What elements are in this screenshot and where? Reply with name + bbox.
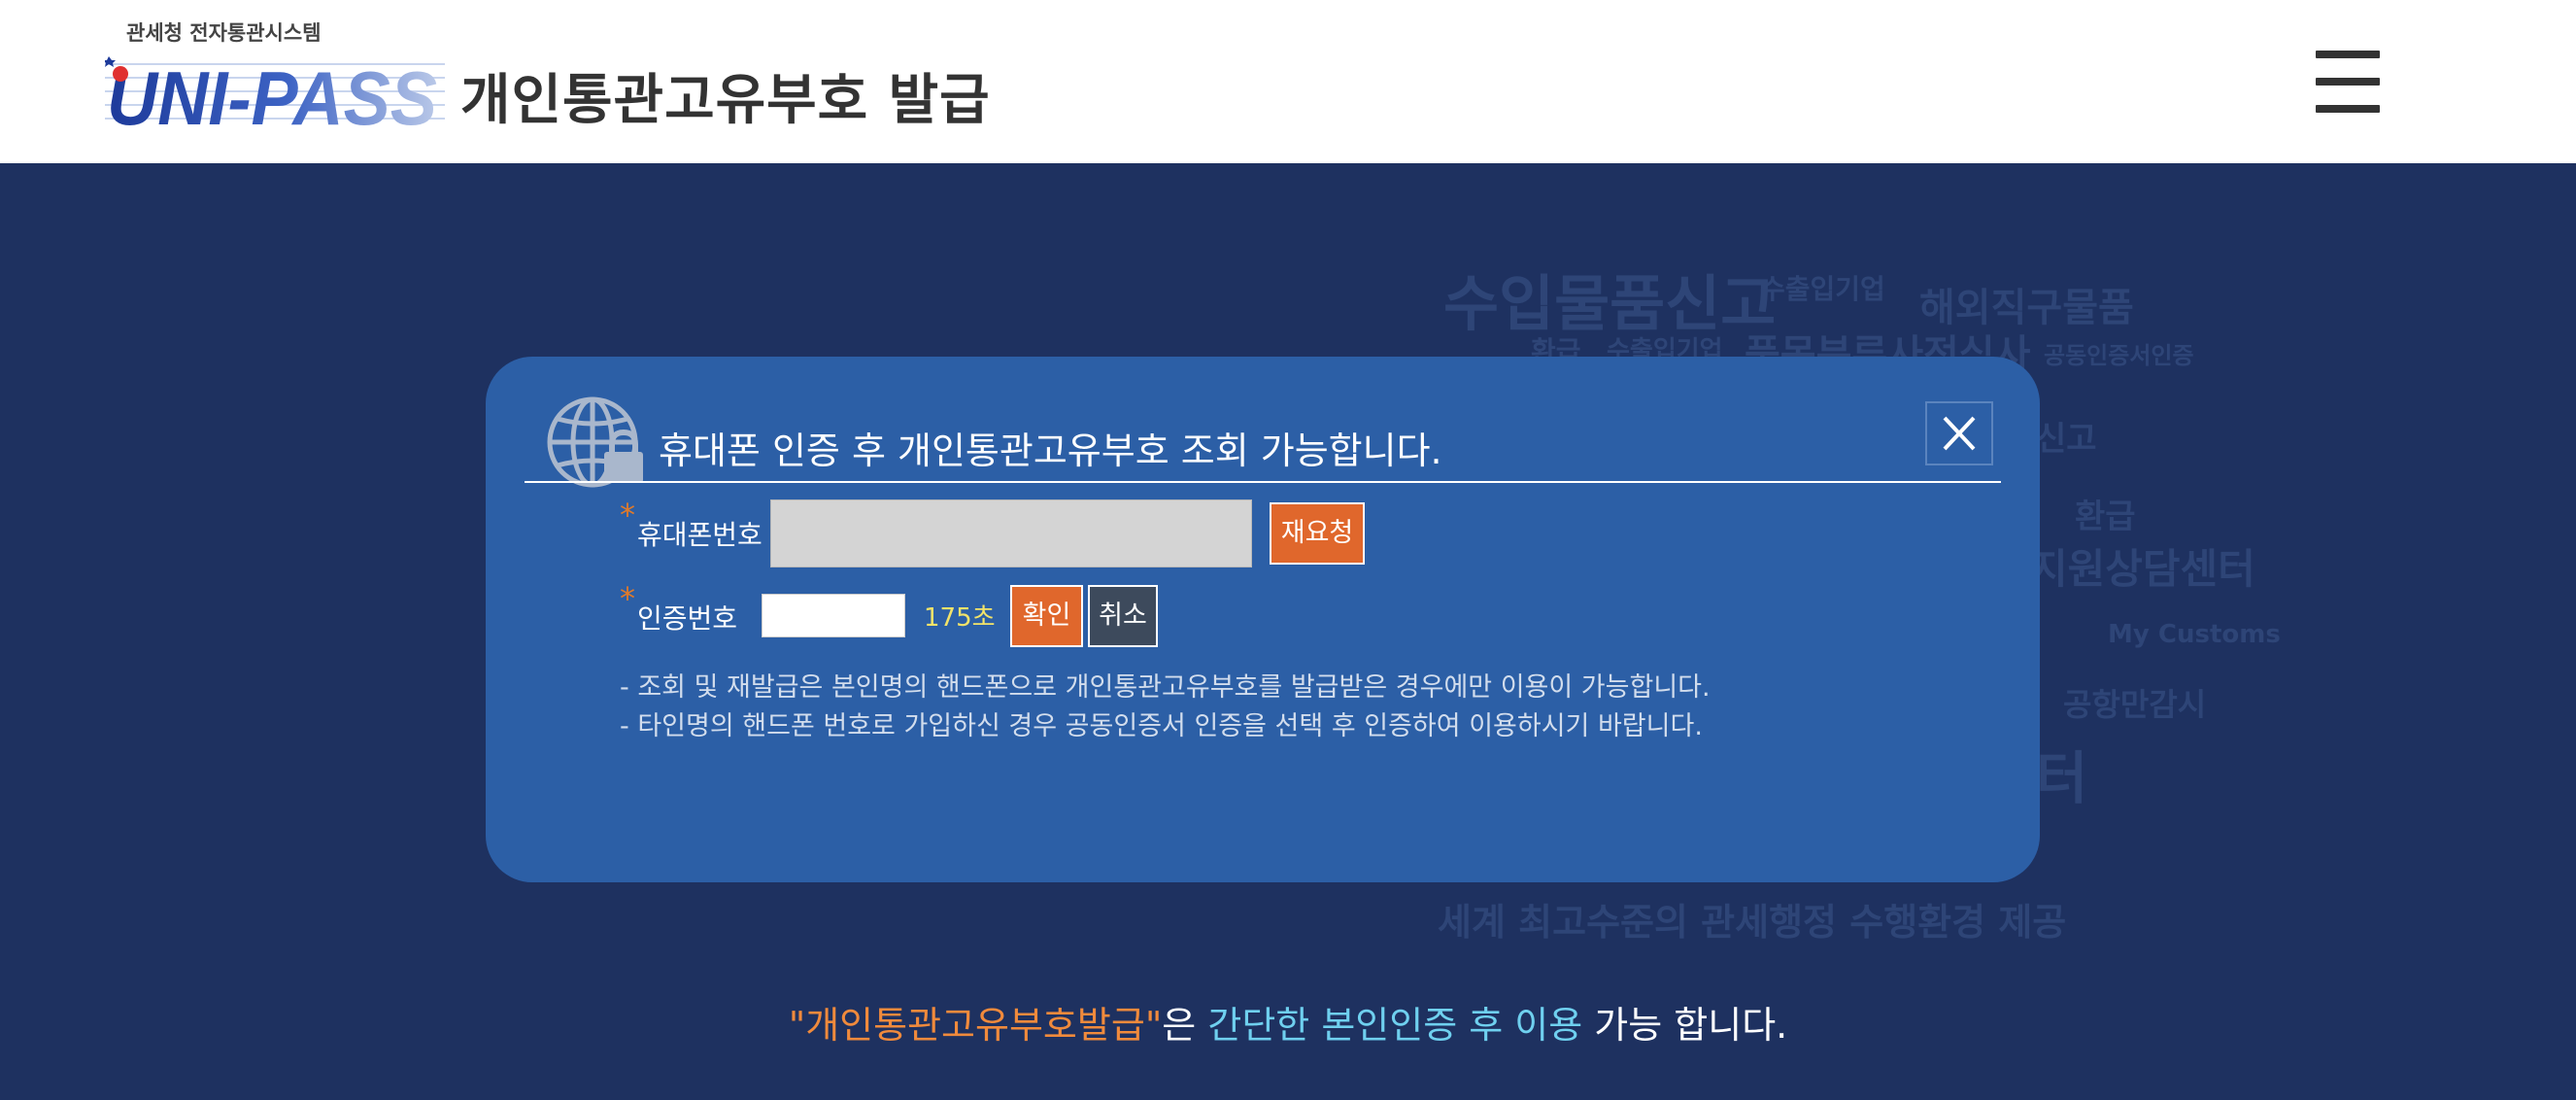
uni-pass-logo[interactable]: 관세청 전자통관시스템 UNI-PASS — [105, 17, 445, 132]
cloud-word: 터 — [2036, 745, 2088, 811]
cancel-button[interactable]: 취소 — [1088, 585, 1158, 647]
notice-line: - 타인명의 핸드폰 번호로 가입하신 경우 공동인증서 인증을 선택 후 인증… — [620, 711, 1703, 741]
footer-service-name: "개인통관고유부호발급" — [788, 1004, 1163, 1047]
cloud-word: 공항만감시 — [2063, 686, 2207, 723]
footer-message: "개인통관고유부호발급"은 간단한 본인인증 후 이용 가능 합니다. — [0, 995, 2576, 1048]
cloud-word: 신고 — [2036, 420, 2097, 459]
cloud-word: 환급 — [2075, 498, 2136, 536]
phone-label: 휴대폰번호 — [637, 519, 763, 551]
hamburger-menu-icon[interactable] — [2316, 51, 2380, 113]
phone-verification-modal: 휴대폰 인증 후 개인통관고유부호 조회 가능합니다. * 휴대폰번호 재요청 … — [486, 357, 2040, 882]
cloud-word: 지원상담센터 — [2030, 545, 2255, 593]
cloud-word: 공동인증서인증 — [2044, 342, 2194, 369]
required-mark: * — [620, 497, 635, 533]
modal-divider — [525, 481, 2001, 483]
logo-wordmark: UNI-PASS — [107, 55, 437, 132]
footer-highlight: 간단한 본인인증 후 이용 — [1207, 1004, 1583, 1047]
globe-lock-icon — [547, 396, 643, 488]
cloud-word: 세계 최고수준의 관세행정 수행환경 제공 — [1438, 901, 2067, 944]
close-icon — [1943, 416, 1976, 451]
logo-caption: 관세청 전자통관시스템 — [126, 21, 322, 45]
cloud-word: 수입물품신고 — [1443, 268, 1777, 339]
cloud-word: 수출입기업 — [1760, 273, 1885, 305]
phone-number-input[interactable] — [770, 499, 1252, 567]
confirm-button[interactable]: 확인 — [1010, 585, 1083, 647]
site-header: 관세청 전자통관시스템 UNI-PASS 개인통관고유부호 발급 — [0, 0, 2576, 163]
notice-line: - 조회 및 재발급은 본인명의 핸드폰으로 개인통관고유부호를 발급받은 경우… — [620, 672, 1711, 703]
resend-button[interactable]: 재요청 — [1270, 502, 1365, 565]
cloud-word: My Customs — [2108, 620, 2281, 649]
countdown-timer: 175초 — [924, 603, 996, 633]
close-button[interactable] — [1925, 401, 1993, 465]
footer-tail: 가능 합니다. — [1594, 1004, 1788, 1047]
code-label: 인증번호 — [637, 602, 738, 635]
footer-particle: 은 — [1162, 1004, 1197, 1047]
verification-code-input[interactable] — [762, 594, 905, 637]
modal-title: 휴대폰 인증 후 개인통관고유부호 조회 가능합니다. — [659, 430, 1442, 472]
page-title: 개인통관고유부호 발급 — [460, 69, 991, 132]
cloud-word: 해외직구물품 — [1919, 286, 2134, 330]
logo-mark: UNI-PASS — [105, 55, 445, 132]
required-mark: * — [620, 580, 635, 617]
